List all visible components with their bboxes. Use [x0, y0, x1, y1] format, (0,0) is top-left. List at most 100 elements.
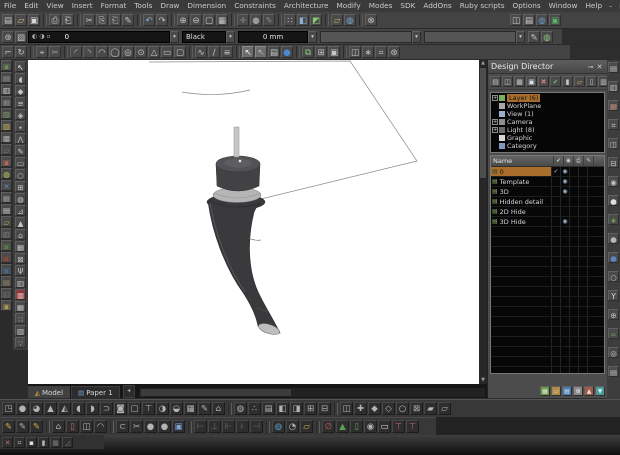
dd-layer-filter-icon[interactable]: ▤ — [562, 386, 572, 396]
layer-print-cell[interactable] — [569, 197, 578, 206]
clock-icon[interactable]: ◔ — [286, 420, 299, 433]
rect-tool-icon[interactable]: ▭ — [15, 157, 26, 168]
frame-blue-icon[interactable]: ▣ — [172, 420, 185, 433]
doc-tool-icon[interactable]: ▤ — [1, 204, 12, 215]
dd-apply-icon[interactable]: ✔ — [550, 76, 561, 87]
house-tool-icon[interactable]: ⌂ — [15, 229, 26, 240]
menu-item-options[interactable]: Options — [509, 0, 545, 12]
mirror-icon[interactable]: ◫ — [349, 46, 361, 58]
color-combo[interactable]: Black — [182, 30, 226, 43]
grid2-tool-icon[interactable]: ▦ — [15, 301, 26, 312]
keyboard-panel-icon[interactable]: ▥ — [608, 81, 619, 92]
layer-edit-cell[interactable] — [578, 167, 587, 176]
gray-sphere-icon[interactable]: ● — [608, 233, 619, 244]
house-3d-icon[interactable]: ⌂ — [212, 402, 225, 415]
measure-icon[interactable]: ⌗ — [375, 46, 387, 58]
panel-3d-icon[interactable]: ▤ — [262, 402, 275, 415]
arc-start-icon[interactable]: ◜ — [70, 46, 82, 58]
image-tool-icon[interactable]: ▣ — [1, 60, 12, 71]
page-white-icon[interactable]: ▥ — [1, 84, 12, 95]
paste-icon[interactable]: ⎗ — [109, 14, 121, 26]
trim-icon[interactable]: ✂ — [49, 46, 61, 58]
globe-render-icon[interactable]: ◍ — [234, 402, 247, 415]
scene-tool-icon[interactable]: ▧ — [1, 108, 12, 119]
target2-icon[interactable]: ◉ — [364, 420, 377, 433]
line-pattern-combo[interactable] — [320, 30, 412, 43]
close-drawing-icon[interactable]: ⊗ — [365, 14, 377, 26]
bulb-tool-icon[interactable]: ◍ — [1, 168, 12, 179]
pin-red2-icon[interactable]: ⊤ — [406, 420, 419, 433]
picture-tool-icon[interactable]: ▤ — [1, 72, 12, 83]
structure-icon[interactable]: ⌂ — [52, 420, 65, 433]
tab-model[interactable]: ◭ Model — [28, 386, 71, 398]
menu-item-draw[interactable]: Draw — [156, 0, 183, 12]
extrude-icon[interactable]: ◙ — [114, 402, 127, 415]
panel-close-icon[interactable]: ✕ — [595, 63, 604, 71]
olive-tool-icon[interactable]: ▣ — [1, 300, 12, 311]
photo-tool-icon[interactable]: ▦ — [1, 96, 12, 107]
mesh-3d-icon[interactable]: ▦ — [184, 402, 197, 415]
layer-print-cell[interactable] — [569, 217, 578, 226]
torus-icon[interactable]: ◗ — [86, 402, 99, 415]
hatch-combo[interactable] — [424, 30, 516, 43]
arc-end-icon[interactable]: ◝ — [83, 46, 95, 58]
drawing-canvas[interactable] — [28, 60, 479, 384]
draft-pen-icon[interactable]: ✎ — [198, 402, 211, 415]
cut-icon[interactable]: ✂ — [83, 14, 95, 26]
layer-active-cell[interactable] — [551, 217, 560, 226]
select-cursor-icon[interactable]: ↖ — [242, 46, 254, 58]
dd-bar-left-icon[interactable]: ▮ — [562, 76, 573, 87]
pen-yellow2-icon[interactable]: ✎ — [30, 420, 43, 433]
swatch-white-icon[interactable]: ▪ — [26, 436, 37, 448]
grid-dim-icon[interactable]: ▦ — [50, 436, 61, 448]
minimize-button[interactable]: – — [606, 1, 615, 11]
menu-item-view[interactable]: View — [42, 0, 67, 12]
slab-icon[interactable]: ▢ — [128, 402, 141, 415]
line-pattern-dropdown-arrow[interactable]: ▾ — [412, 30, 421, 43]
tree-expand-icon[interactable]: + — [492, 119, 498, 125]
half-left-icon[interactable]: ◧ — [276, 402, 289, 415]
no-entry-icon[interactable]: ∅ — [322, 420, 335, 433]
select-alt-cursor-icon[interactable]: ↖ — [255, 46, 267, 58]
green-tool-icon[interactable]: ▣ — [1, 240, 12, 251]
hatch-tool-icon[interactable]: ▧ — [15, 325, 26, 336]
pen-style-icon[interactable]: ✎ — [263, 14, 275, 26]
crossbox-tool-icon[interactable]: ⊠ — [15, 253, 26, 264]
polyline-icon[interactable]: ≡ — [221, 46, 233, 58]
visibility-column-icon[interactable]: ◉ — [563, 156, 573, 166]
print-icon[interactable]: ⎙ — [49, 14, 61, 26]
sphere-wire-icon[interactable]: ◍ — [15, 193, 26, 204]
canvas-vertical-scrollbar[interactable]: ▲ ▼ — [479, 60, 487, 384]
menu-item-dimension[interactable]: Dimension — [183, 0, 230, 12]
triangle-tool-icon[interactable]: ⊿ — [15, 205, 26, 216]
layer-name-cell[interactable]: ▤ Hidden detail — [491, 197, 551, 206]
dd-layer-folder-icon[interactable]: ▱ — [551, 386, 561, 396]
drawing-folder-icon[interactable]: ▱ — [331, 14, 343, 26]
split-panel-icon[interactable]: ◫ — [608, 138, 619, 149]
dd-split-view-icon[interactable]: ◫ — [502, 76, 513, 87]
name-column-header[interactable]: Name — [491, 156, 553, 166]
red-tool-icon[interactable]: ▣ — [1, 252, 12, 263]
dome-3d-icon[interactable]: ◕ — [30, 402, 43, 415]
tri-dim-icon[interactable]: ◿ — [62, 436, 73, 448]
tree-item-view-1[interactable]: View (1) — [491, 110, 604, 118]
cone-3d-icon[interactable]: ▲ — [44, 402, 57, 415]
trim2-icon[interactable]: ✂ — [130, 420, 143, 433]
layer-name-cell[interactable]: ▤ 3D — [491, 187, 551, 196]
menu-item-edit[interactable]: Edit — [20, 0, 42, 12]
rectangle-icon[interactable]: ▭ — [161, 46, 173, 58]
snap-points-icon[interactable]: ∷ — [284, 14, 296, 26]
folder2-tool-icon[interactable]: ▱ — [1, 216, 12, 227]
frame-white-icon[interactable]: ▭ — [378, 420, 391, 433]
redo-icon[interactable]: ↷ — [156, 14, 168, 26]
layer-row-2d-hide[interactable]: ▤ 2D Hide — [491, 207, 604, 217]
explode-icon[interactable]: ∗ — [362, 46, 374, 58]
vertical-scroll-thumb[interactable] — [480, 68, 486, 178]
circle-icon[interactable]: ◯ — [109, 46, 121, 58]
layers-list-icon[interactable]: ≡ — [15, 97, 26, 108]
workplane-icon[interactable]: ◧ — [297, 14, 309, 26]
zoom-in-icon[interactable]: ⊕ — [177, 14, 189, 26]
record-tool-icon[interactable]: ▩ — [15, 289, 26, 300]
monitor-tool-icon[interactable]: ▩ — [1, 132, 12, 143]
half-shade-icon[interactable]: ◒ — [170, 402, 183, 415]
